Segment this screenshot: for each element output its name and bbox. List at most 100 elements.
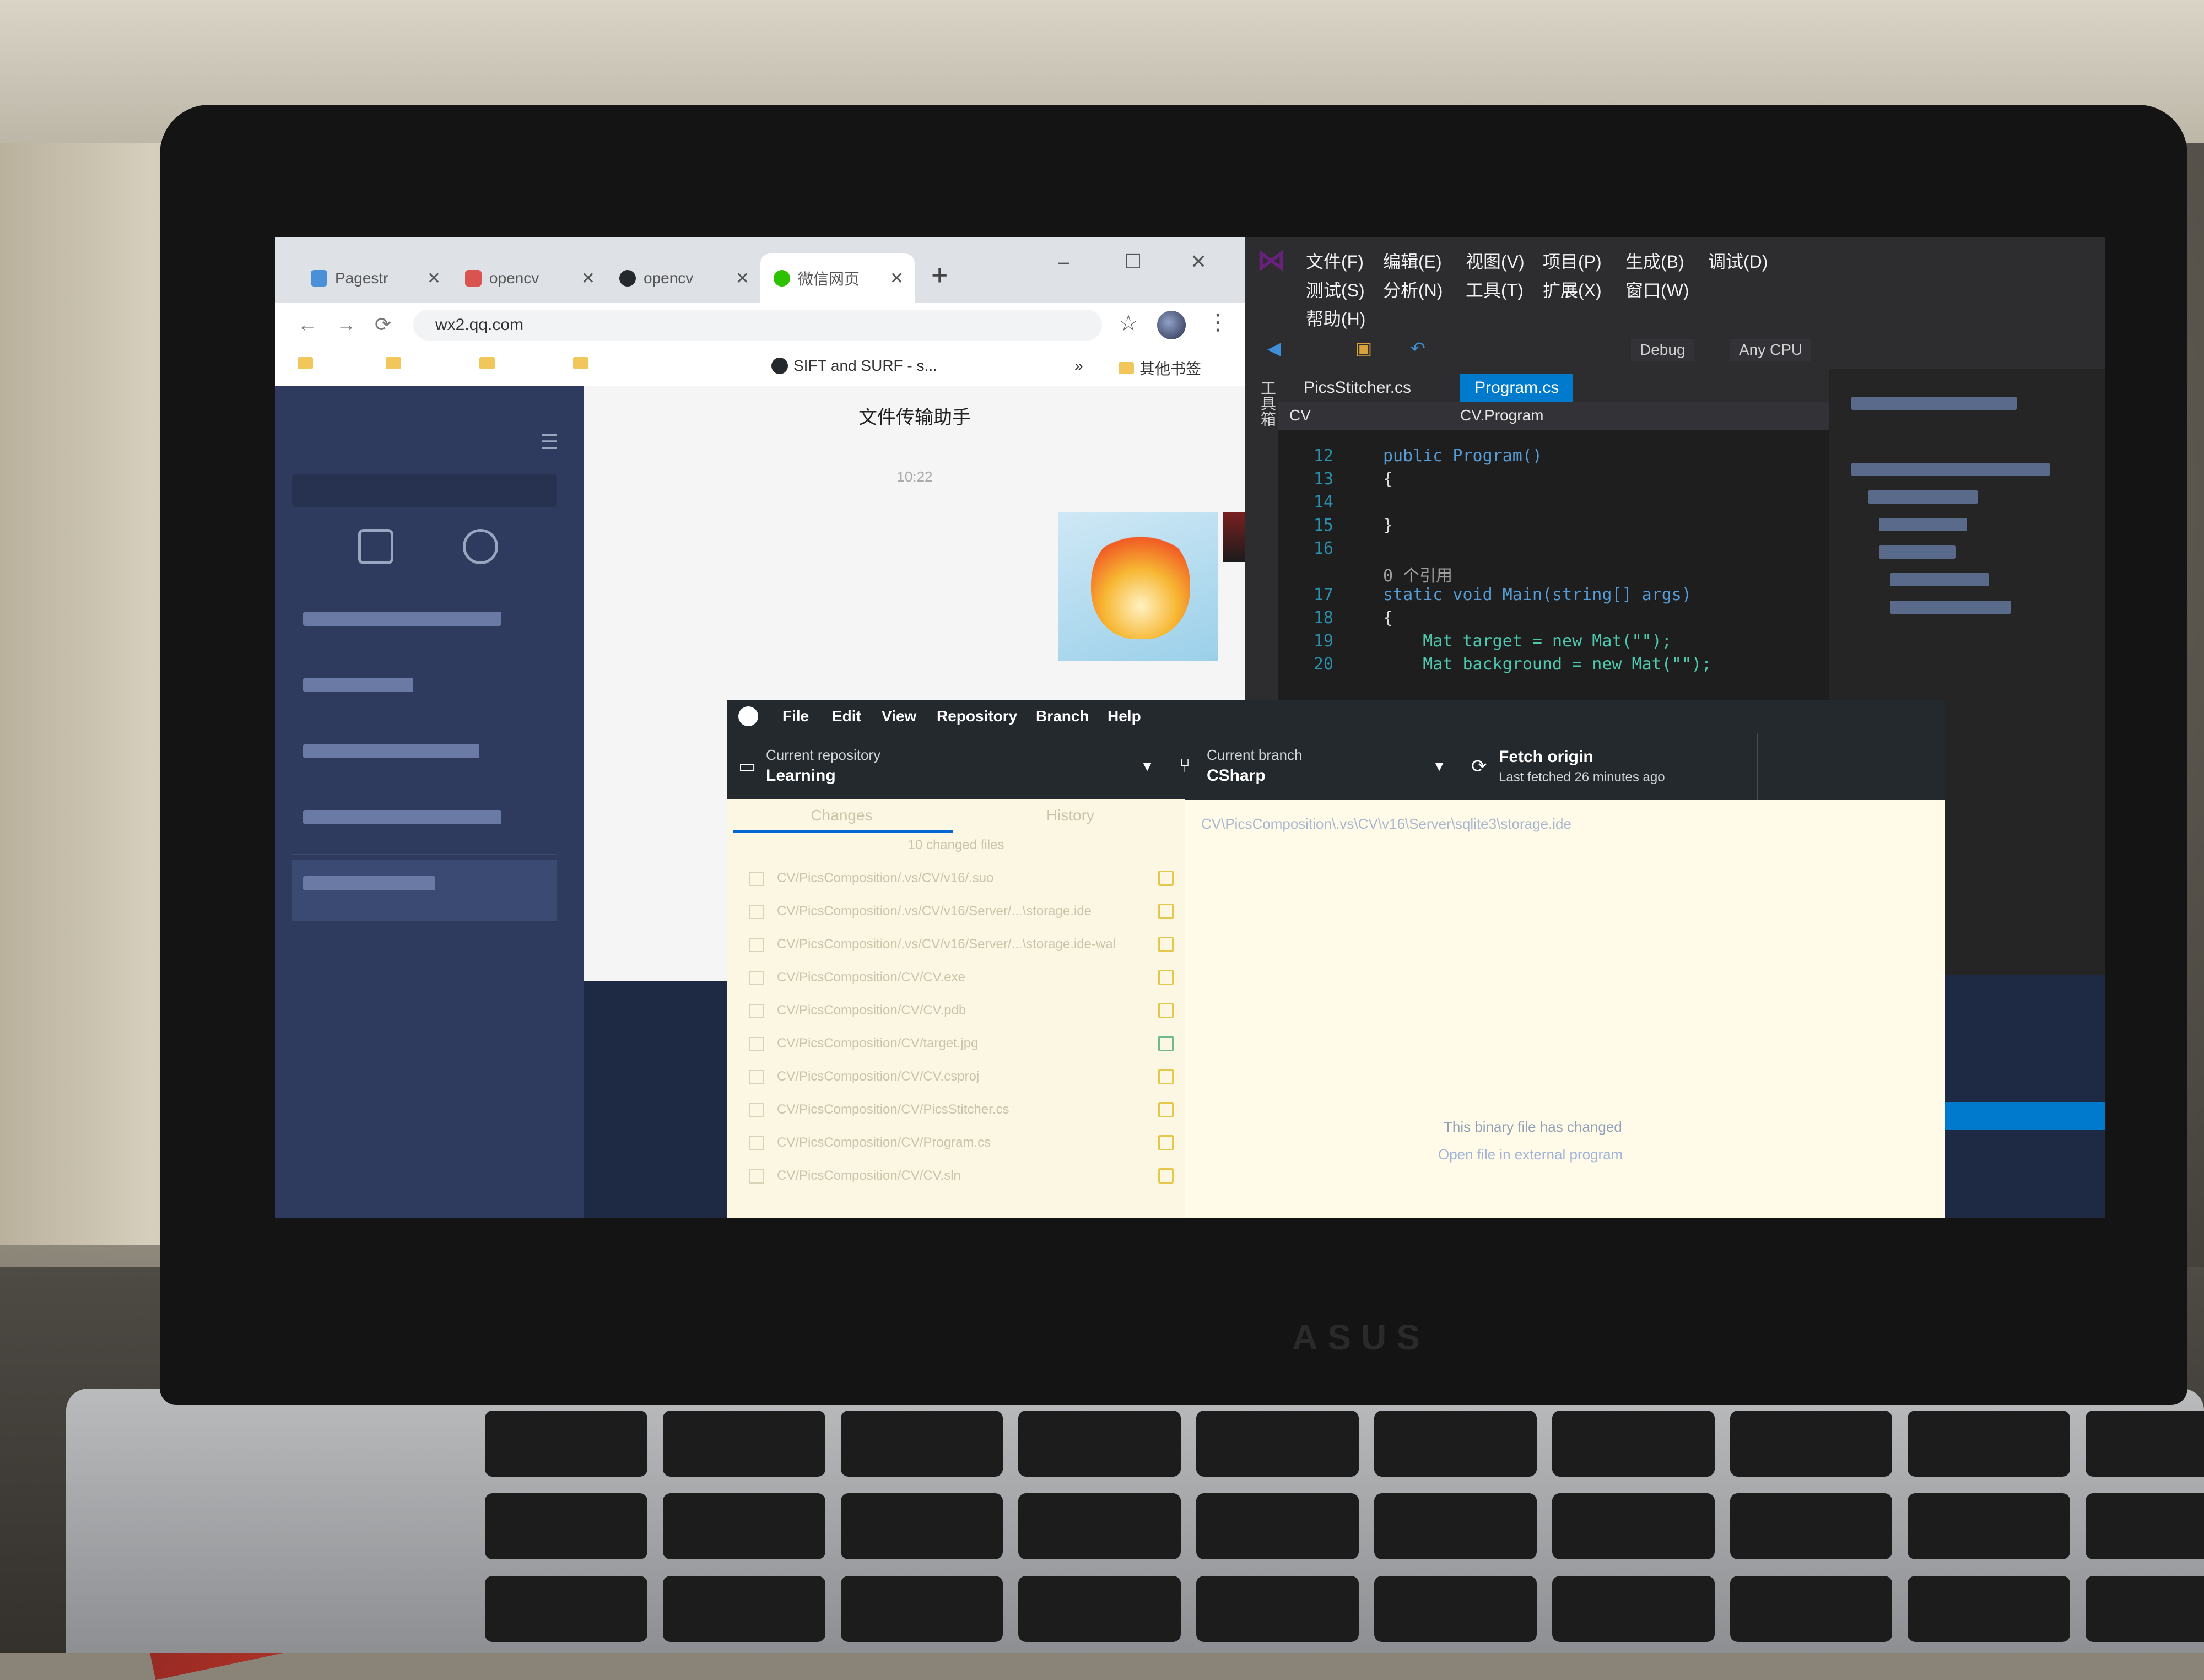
file-row[interactable]: CV/PicsComposition/.vs/CV/v16/.suo: [749, 865, 1174, 894]
menu-icon[interactable]: ☰: [540, 430, 559, 455]
reload-icon[interactable]: ⟳: [375, 313, 391, 336]
key[interactable]: [1018, 1411, 1181, 1477]
file-checkbox[interactable]: [749, 1037, 764, 1051]
key[interactable]: [1908, 1576, 2071, 1642]
tab-picsstitcher[interactable]: PicsStitcher.cs: [1289, 374, 1425, 402]
menu-analyze[interactable]: 分析(N): [1383, 277, 1443, 302]
menu-window[interactable]: 窗口(W): [1625, 277, 1689, 302]
close-icon[interactable]: ✕: [736, 269, 749, 288]
maximize-button[interactable]: ☐: [1124, 250, 1142, 273]
menu-edit[interactable]: 编辑(E): [1383, 248, 1442, 273]
bookmark-item[interactable]: SIFT and SURF - s...: [771, 357, 937, 375]
tree-item[interactable]: [1851, 463, 2050, 476]
close-icon[interactable]: ✕: [427, 269, 441, 288]
new-tab-button[interactable]: +: [931, 259, 948, 292]
tree-item[interactable]: [1879, 545, 1956, 559]
file-checkbox[interactable]: [749, 905, 764, 919]
file-row[interactable]: CV/PicsComposition/CV/PicsStitcher.cs: [749, 1096, 1174, 1125]
browser-tab[interactable]: opencv ✕: [606, 253, 760, 303]
sticker-image[interactable]: [1058, 512, 1218, 661]
key[interactable]: [1018, 1576, 1181, 1642]
menu-help[interactable]: 帮助(H): [1306, 305, 1365, 331]
key[interactable]: [1908, 1493, 2071, 1559]
file-row[interactable]: CV/PicsComposition/CV/CV.exe: [749, 964, 1174, 993]
chat-list-item-selected[interactable]: [292, 860, 557, 921]
close-icon[interactable]: ✕: [581, 269, 595, 288]
key[interactable]: [662, 1493, 825, 1559]
key[interactable]: [1196, 1411, 1359, 1477]
file-row[interactable]: CV/PicsComposition/CV/CV.sln: [749, 1163, 1174, 1191]
file-checkbox[interactable]: [749, 1136, 764, 1150]
key[interactable]: [1196, 1493, 1359, 1559]
tree-item[interactable]: [1890, 573, 1989, 586]
menu-test[interactable]: 测试(S): [1306, 277, 1365, 302]
key[interactable]: [1552, 1411, 1715, 1477]
tree-item[interactable]: [1879, 518, 1967, 531]
save-icon[interactable]: ▣: [1355, 338, 1372, 359]
close-window-button[interactable]: ✕: [1190, 250, 1207, 273]
platform-dropdown[interactable]: Any CPU: [1730, 339, 1812, 361]
key[interactable]: [485, 1411, 647, 1477]
open-external-link[interactable]: Open file in external program: [1438, 1146, 1623, 1163]
bookmark-star-icon[interactable]: ☆: [1119, 311, 1138, 336]
browser-tab-active[interactable]: 微信网页 ✕: [760, 253, 915, 303]
menu-edit[interactable]: Edit: [832, 707, 861, 725]
browser-tab[interactable]: Pagestr ✕: [298, 253, 452, 303]
file-row[interactable]: CV/PicsComposition/CV/CV.pdb: [749, 997, 1174, 1026]
menu-tools[interactable]: 工具(T): [1466, 277, 1524, 302]
key[interactable]: [1908, 1411, 2071, 1477]
file-checkbox[interactable]: [749, 971, 764, 985]
key[interactable]: [1374, 1576, 1537, 1642]
forward-icon[interactable]: →: [336, 313, 356, 336]
close-icon[interactable]: ✕: [890, 269, 904, 288]
contacts-icon[interactable]: [463, 529, 498, 564]
menu-branch[interactable]: Branch: [1036, 707, 1089, 725]
browser-tab[interactable]: opencv ✕: [452, 253, 606, 303]
repository-selector[interactable]: ▭ Current repository Learning ▼: [727, 733, 1168, 800]
key[interactable]: [1018, 1493, 1181, 1559]
tree-item[interactable]: [1890, 601, 2011, 614]
bookmark-folder[interactable]: [386, 357, 401, 369]
chat-icon[interactable]: [358, 529, 393, 564]
bookmarks-overflow[interactable]: »: [1074, 357, 1083, 375]
key[interactable]: [1374, 1411, 1537, 1477]
key[interactable]: [662, 1411, 825, 1477]
configuration-dropdown[interactable]: Debug: [1631, 339, 1694, 361]
tree-item[interactable]: [1868, 490, 1978, 504]
menu-view[interactable]: 视图(V): [1466, 248, 1525, 273]
menu-repository[interactable]: Repository: [937, 707, 1017, 725]
key[interactable]: [2086, 1576, 2204, 1642]
menu-file[interactable]: File: [782, 707, 809, 725]
branch-selector[interactable]: ⑂ Current branch CSharp ▼: [1168, 733, 1460, 800]
chat-list-item[interactable]: [292, 661, 557, 722]
address-bar[interactable]: wx2.qq.com: [413, 310, 1102, 341]
key[interactable]: [1730, 1411, 1893, 1477]
tab-changes[interactable]: Changes: [727, 807, 956, 824]
file-checkbox[interactable]: [749, 1070, 764, 1084]
file-checkbox[interactable]: [749, 1004, 764, 1018]
chat-list-item[interactable]: [292, 793, 557, 855]
menu-project[interactable]: 项目(P): [1543, 248, 1602, 273]
file-row[interactable]: CV/PicsComposition/CV/target.jpg: [749, 1030, 1174, 1059]
file-row-selected[interactable]: CV/PicsComposition/.vs/CV/v16/Server/...…: [749, 898, 1174, 927]
profile-avatar[interactable]: [1157, 311, 1186, 339]
file-checkbox[interactable]: [749, 938, 764, 952]
bookmark-folder[interactable]: [298, 357, 313, 369]
bookmark-folder[interactable]: [479, 357, 495, 369]
key[interactable]: [1196, 1576, 1359, 1642]
tab-history[interactable]: History: [956, 807, 1185, 824]
chat-list-item[interactable]: [292, 595, 557, 656]
key[interactable]: [1730, 1493, 1893, 1559]
bookmark-folder[interactable]: [573, 357, 588, 369]
file-row[interactable]: CV/PicsComposition/CV/CV.csproj: [749, 1063, 1174, 1092]
undo-icon[interactable]: ↶: [1411, 338, 1425, 359]
key[interactable]: [840, 1411, 1003, 1477]
file-checkbox[interactable]: [749, 1103, 764, 1117]
key[interactable]: [1730, 1576, 1893, 1642]
key[interactable]: [2086, 1493, 2204, 1559]
key[interactable]: [1552, 1493, 1715, 1559]
codelens-references[interactable]: 0 个引用: [1383, 562, 1452, 586]
menu-kebab-icon[interactable]: ⋮: [1207, 310, 1229, 335]
other-bookmarks[interactable]: 其他书签: [1119, 357, 1201, 379]
back-icon[interactable]: ◀: [1267, 338, 1281, 359]
